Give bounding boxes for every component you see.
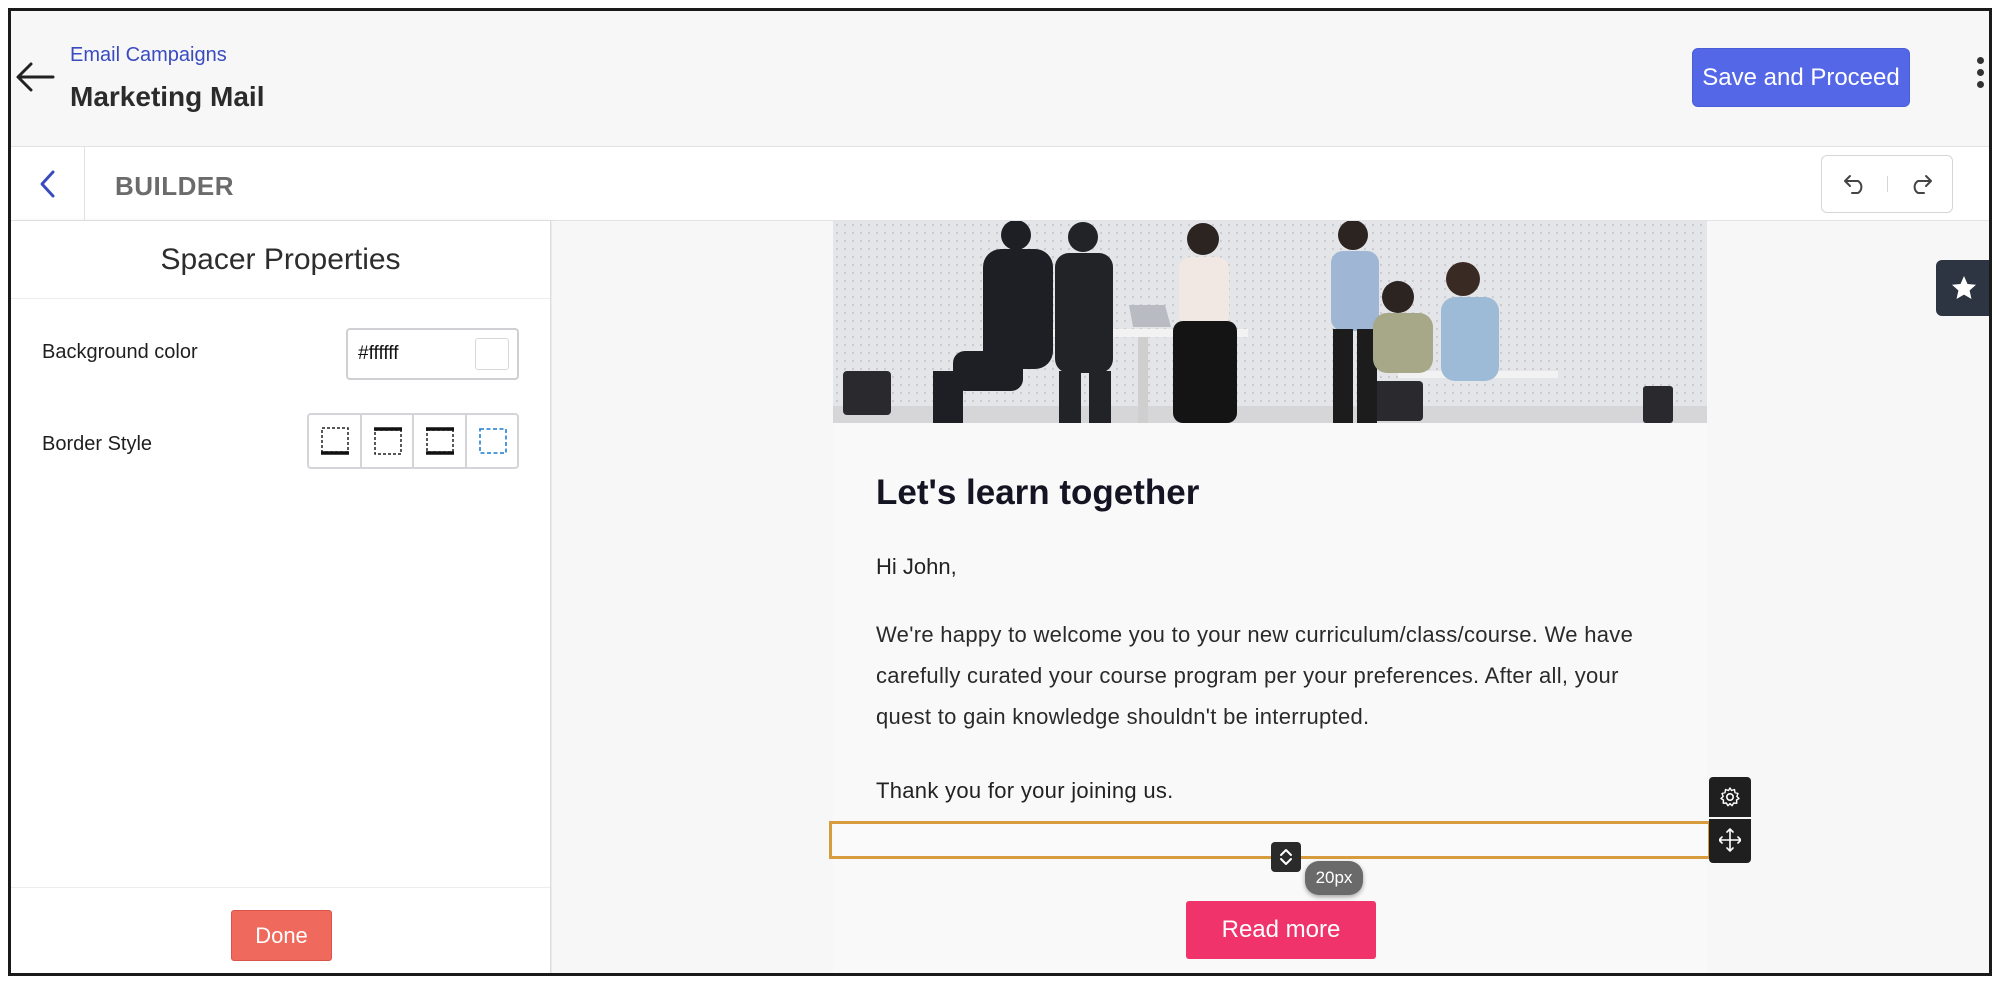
undo-redo-group: [1821, 155, 1953, 213]
border-all-dashed-icon: [478, 428, 507, 454]
top-header: Email Campaigns Marketing Mail Save and …: [11, 11, 1989, 147]
builder-label: BUILDER: [115, 171, 235, 201]
background-color-field: [346, 328, 519, 380]
app-window: Email Campaigns Marketing Mail Save and …: [8, 8, 1992, 976]
star-icon: [1952, 276, 1976, 299]
undo-icon: [1844, 175, 1863, 194]
background-color-input[interactable]: [358, 343, 468, 365]
border-top-solid-option[interactable]: [362, 415, 414, 467]
builder-back-button[interactable]: [11, 147, 85, 221]
redo-button[interactable]: [1888, 156, 1952, 212]
border-style-label: Border Style: [42, 433, 153, 455]
chevron-left-icon: [40, 170, 55, 198]
favorite-button[interactable]: [1936, 260, 1989, 316]
email-greeting[interactable]: Hi John,: [876, 554, 957, 580]
read-more-button[interactable]: Read more: [1186, 901, 1376, 959]
email-canvas: Let's learn together Hi John, We're happ…: [552, 221, 1989, 973]
undo-button[interactable]: [1822, 156, 1886, 212]
save-and-proceed-button[interactable]: Save and Proceed: [1692, 48, 1910, 107]
border-top-bottom-solid-icon: [426, 427, 454, 455]
border-bottom-solid-icon: [321, 427, 349, 455]
border-bottom-solid-option[interactable]: [309, 415, 362, 467]
arrow-left-icon[interactable]: [13, 55, 57, 99]
page-title: Marketing Mail: [70, 81, 265, 112]
kebab-menu-icon[interactable]: [1971, 57, 1989, 97]
spacer-block-selected[interactable]: [829, 821, 1711, 859]
border-all-dashed-option[interactable]: [467, 415, 518, 467]
email-preview: Let's learn together Hi John, We're happ…: [829, 221, 1751, 973]
hero-image[interactable]: [833, 221, 1707, 423]
block-move-handle[interactable]: [1709, 819, 1751, 863]
block-settings-button[interactable]: [1709, 777, 1751, 817]
redo-icon: [1913, 175, 1932, 194]
email-thanks-text[interactable]: Thank you for your joining us.: [876, 778, 1174, 804]
panel-title: Spacer Properties: [11, 221, 550, 299]
properties-panel: Spacer Properties Background color Borde…: [11, 221, 551, 973]
resize-vertical-icon[interactable]: [1271, 842, 1301, 872]
email-heading[interactable]: Let's learn together: [876, 473, 1199, 513]
border-top-solid-icon: [373, 427, 402, 455]
border-style-options: [307, 413, 519, 469]
border-top-bottom-solid-option[interactable]: [414, 415, 467, 467]
panel-footer: Done: [11, 887, 550, 973]
move-icon: [1719, 828, 1741, 852]
breadcrumb-link[interactable]: Email Campaigns: [70, 44, 227, 67]
email-body-text[interactable]: We're happy to welcome you to your new c…: [876, 614, 1676, 737]
gear-icon: [1720, 787, 1740, 807]
spacer-height-tooltip: 20px: [1305, 861, 1363, 895]
background-color-label: Background color: [42, 341, 198, 363]
done-button[interactable]: Done: [231, 910, 332, 961]
color-swatch[interactable]: [475, 338, 509, 370]
builder-toolbar: BUILDER: [11, 147, 1989, 221]
